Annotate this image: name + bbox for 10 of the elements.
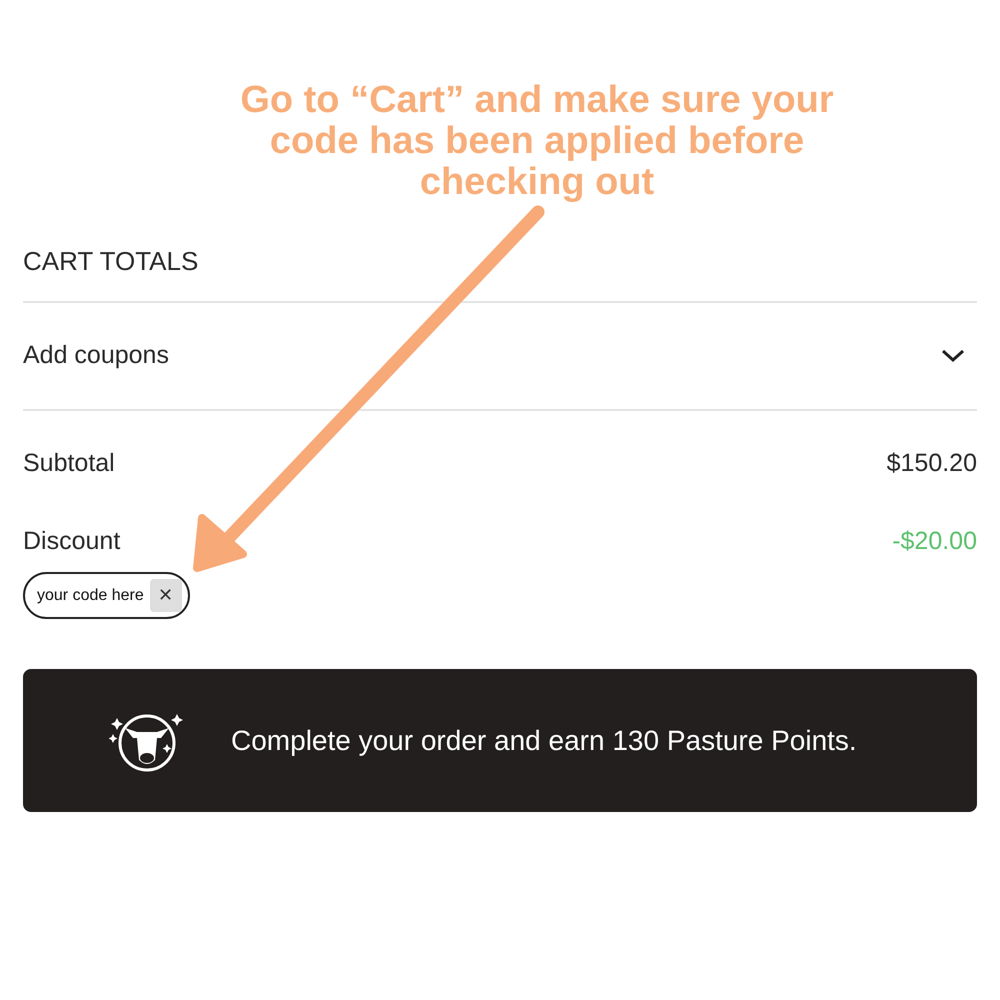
section-title: CART TOTALS <box>23 245 200 278</box>
annotation-text: Go to “Cart” and make sure your code has been applied before checking out <box>239 80 835 203</box>
remove-coupon-button[interactable]: ✕ <box>150 579 182 612</box>
points-message: Complete your order and earn 130 Pasture Points. <box>231 724 857 758</box>
subtotal-value: $150.20 <box>886 448 977 479</box>
add-coupons-toggle[interactable]: Add coupons <box>23 303 977 409</box>
discount-label: Discount <box>23 526 120 556</box>
discount-value: -$20.00 <box>892 526 977 556</box>
coupon-code: your code here <box>37 586 144 606</box>
subtotal-label: Subtotal <box>23 448 115 479</box>
